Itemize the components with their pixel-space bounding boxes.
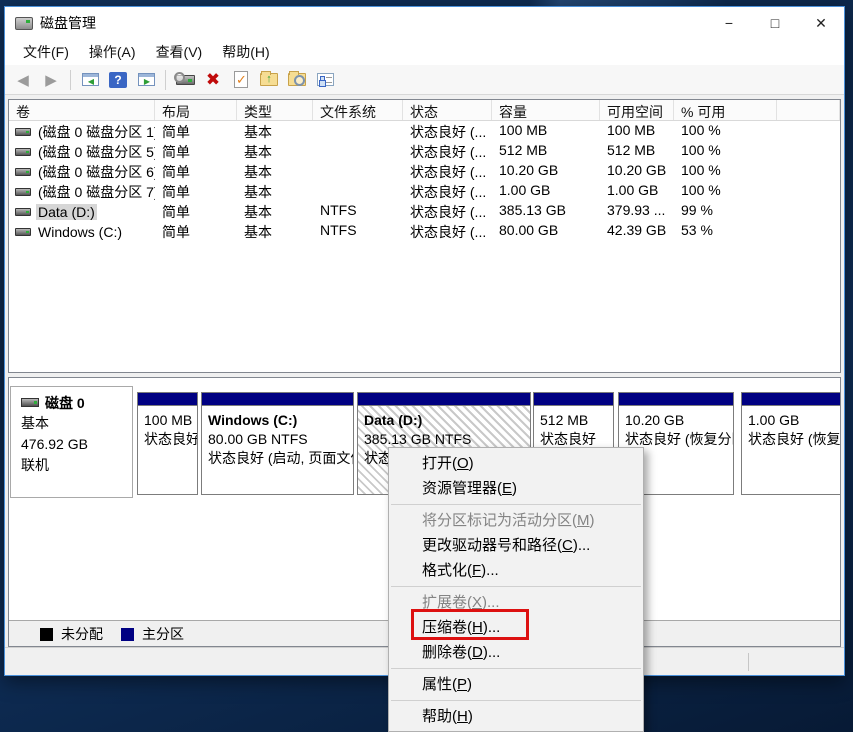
menu-separator	[391, 504, 641, 505]
partition-system-100mb[interactable]: 100 MB 状态良好	[137, 392, 198, 495]
toolbar: ◀ ▶ ◀ ? ▶ ✖ ✓ ↑	[5, 65, 844, 95]
menu-item-open[interactable]: 打开(O)	[389, 451, 643, 476]
desktop: 磁盘管理 − □ ✕ 文件(F) 操作(A) 查看(V) 帮助(H) ◀ ▶ ◀…	[0, 0, 853, 732]
menu-item-help[interactable]: 帮助(H)	[389, 704, 643, 729]
legend-unallocated-swatch	[40, 628, 53, 641]
partition-header-bar	[202, 393, 353, 406]
menu-action[interactable]: 操作(A)	[79, 39, 146, 65]
menu-item-delete-volume[interactable]: 删除卷(D)...	[389, 640, 643, 665]
menu-item-extend-volume: 扩展卷(X)...	[389, 590, 643, 615]
back-icon[interactable]: ◀	[11, 68, 35, 92]
col-volume[interactable]: 卷	[9, 100, 155, 120]
disk0-name: 磁盘 0	[45, 393, 85, 413]
volume-icon	[15, 208, 31, 216]
volume-icon	[15, 168, 31, 176]
col-filler	[777, 100, 840, 120]
delete-volume-icon[interactable]: ✖	[201, 68, 225, 92]
close-button[interactable]: ✕	[798, 7, 844, 39]
minimize-button[interactable]: −	[706, 7, 752, 39]
menu-bar: 文件(F) 操作(A) 查看(V) 帮助(H)	[5, 39, 844, 65]
col-type[interactable]: 类型	[237, 100, 313, 120]
help-icon[interactable]: ?	[106, 68, 130, 92]
help-topics-icon[interactable]	[313, 68, 337, 92]
explore-folder-icon[interactable]	[285, 68, 309, 92]
selected-volume-label: Data (D:)	[36, 204, 97, 220]
forward-icon[interactable]: ▶	[39, 68, 63, 92]
legend-unallocated-label: 未分配	[61, 624, 103, 644]
disk0-type: 基本	[21, 413, 132, 434]
volume-icon	[15, 188, 31, 196]
menu-separator	[391, 586, 641, 587]
partition-header-bar	[619, 393, 733, 406]
legend-primary-label: 主分区	[142, 624, 184, 644]
toolbar-separator	[70, 70, 71, 90]
menu-file[interactable]: 文件(F)	[13, 39, 79, 65]
menu-item-mark-active: 将分区标记为活动分区(M)	[389, 508, 643, 533]
partition-recovery-1gb[interactable]: 1.00 GB 状态良好 (恢复分	[741, 392, 841, 495]
partition-header-bar	[742, 393, 841, 406]
volume-list-pane: 卷 布局 类型 文件系统 状态 容量 可用空间 % 可用 (磁盘 0 磁盘分区 …	[8, 99, 841, 373]
properties-check-icon[interactable]: ✓	[229, 68, 253, 92]
table-row[interactable]: (磁盘 0 磁盘分区 6) 简单 基本 状态良好 (... 10.20 GB 1…	[9, 161, 840, 181]
show-action-pane-icon[interactable]: ▶	[134, 68, 158, 92]
col-filesystem[interactable]: 文件系统	[313, 100, 403, 120]
disk0-status: 联机	[21, 455, 132, 476]
col-free[interactable]: 可用空间	[600, 100, 674, 120]
open-folder-icon[interactable]: ↑	[257, 68, 281, 92]
menu-view[interactable]: 查看(V)	[146, 39, 213, 65]
menu-help[interactable]: 帮助(H)	[212, 39, 279, 65]
menu-separator	[391, 668, 641, 669]
col-status[interactable]: 状态	[403, 100, 492, 120]
volume-icon	[15, 148, 31, 156]
table-row-data-d[interactable]: Data (D:) 简单 基本 NTFS 状态良好 (... 385.13 GB…	[9, 201, 840, 221]
table-row-windows-c[interactable]: Windows (C:) 简单 基本 NTFS 状态良好 (... 80.00 …	[9, 221, 840, 241]
col-capacity[interactable]: 容量	[492, 100, 600, 120]
volume-icon	[15, 128, 31, 136]
table-row[interactable]: (磁盘 0 磁盘分区 7) 简单 基本 状态良好 (... 1.00 GB 1.…	[9, 181, 840, 201]
disk0-size: 476.92 GB	[21, 434, 132, 455]
toolbar-separator	[165, 70, 166, 90]
disk-icon	[21, 398, 39, 407]
col-pct-free[interactable]: % 可用	[674, 100, 777, 120]
table-row[interactable]: (磁盘 0 磁盘分区 5) 简单 基本 状态良好 (... 512 MB 512…	[9, 141, 840, 161]
disk0-info-panel[interactable]: 磁盘 0 基本 476.92 GB 联机	[10, 386, 133, 498]
table-row[interactable]: (磁盘 0 磁盘分区 1) 简单 基本 状态良好 (... 100 MB 100…	[9, 121, 840, 141]
menu-separator	[391, 700, 641, 701]
app-icon	[15, 17, 33, 30]
legend-primary-swatch	[121, 628, 134, 641]
partition-header-bar	[358, 393, 530, 406]
disk-properties-icon[interactable]	[173, 68, 197, 92]
col-layout[interactable]: 布局	[155, 100, 237, 120]
volume-table-header: 卷 布局 类型 文件系统 状态 容量 可用空间 % 可用	[9, 100, 840, 121]
menu-item-format[interactable]: 格式化(F)...	[389, 558, 643, 583]
window-title: 磁盘管理	[40, 13, 96, 33]
menu-item-properties[interactable]: 属性(P)	[389, 672, 643, 697]
show-console-tree-icon[interactable]: ◀	[78, 68, 102, 92]
menu-item-explorer[interactable]: 资源管理器(E)	[389, 476, 643, 501]
volume-icon	[15, 228, 31, 236]
partition-header-bar	[534, 393, 613, 406]
menu-item-shrink-volume[interactable]: 压缩卷(H)...	[389, 615, 643, 640]
partition-windows-c[interactable]: Windows (C:) 80.00 GB NTFS 状态良好 (启动, 页面文…	[201, 392, 354, 495]
volume-context-menu: 打开(O) 资源管理器(E) 将分区标记为活动分区(M) 更改驱动器号和路径(C…	[388, 447, 644, 732]
maximize-button[interactable]: □	[752, 7, 798, 39]
partition-header-bar	[138, 393, 197, 406]
menu-item-change-drive-letter[interactable]: 更改驱动器号和路径(C)...	[389, 533, 643, 558]
status-bar-divider	[748, 653, 749, 671]
